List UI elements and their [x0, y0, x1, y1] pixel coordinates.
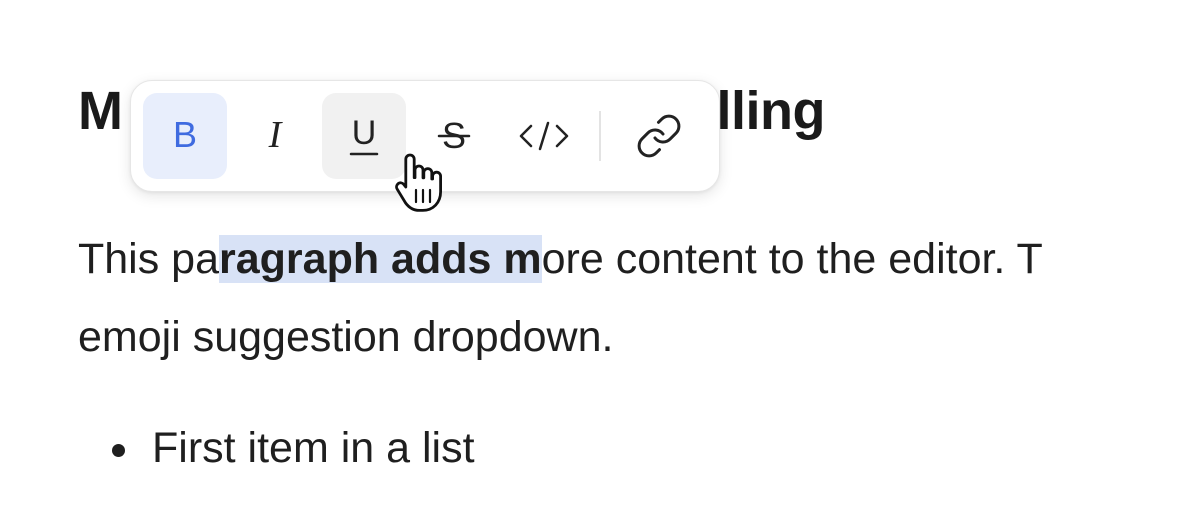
underline-icon: U	[349, 114, 379, 156]
link-icon	[637, 114, 681, 158]
text-before-selection: This pa	[78, 235, 220, 283]
code-icon	[519, 121, 568, 151]
toolbar-divider	[599, 111, 602, 161]
svg-text:I: I	[267, 116, 283, 156]
list-item-text: First item in a list	[152, 424, 475, 472]
svg-text:B: B	[173, 116, 197, 155]
cut-off-text	[760, 0, 771, 21]
editor-content[interactable]: Mlling This paragraph adds more content …	[0, 0, 1178, 514]
bold-button[interactable]: B	[143, 93, 227, 179]
pointer-hand-icon	[395, 153, 442, 212]
paragraph-line-2: emoji suggestion dropdown.	[78, 313, 614, 361]
selected-text[interactable]: ragraph adds m	[219, 235, 542, 283]
link-button[interactable]	[617, 93, 701, 179]
body-paragraph[interactable]: This paragraph adds more content to the …	[78, 220, 1178, 376]
text-after-selection: ore content to the editor. T	[541, 235, 1043, 283]
italic-icon: I	[267, 116, 283, 156]
italic-button[interactable]: I	[233, 93, 317, 179]
heading-text-left: M	[78, 81, 123, 141]
heading-text-right: lling	[716, 81, 825, 141]
code-button[interactable]	[502, 93, 586, 179]
bullet-icon	[112, 444, 125, 457]
bullet-list: First item in a list	[78, 424, 475, 473]
paragraph-line-1: This paragraph adds more content to the …	[78, 220, 1178, 298]
bold-icon: B	[173, 116, 197, 155]
list-item[interactable]: First item in a list	[78, 424, 475, 473]
svg-text:U: U	[352, 114, 377, 152]
